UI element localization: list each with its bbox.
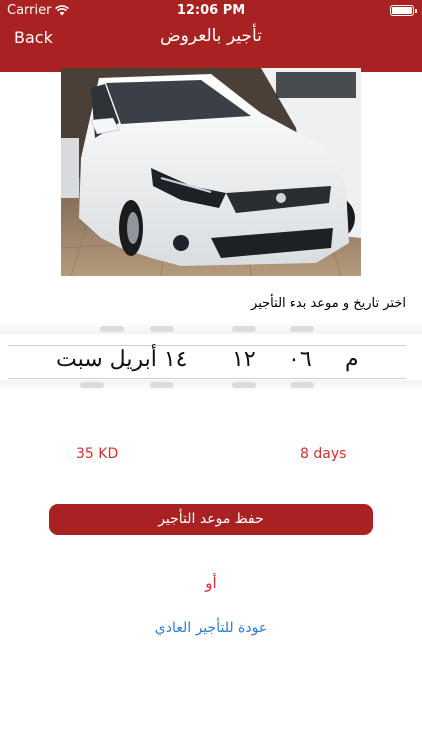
back-to-normal-rental-link[interactable]: عودة للتأجير العادي <box>0 620 422 636</box>
date-prompt: اختر تاريخ و موعد بدء التأجير <box>251 296 406 311</box>
picker-minute[interactable]: ٠٦ <box>288 347 312 372</box>
date-time-picker[interactable]: ١٤ أبريل سبت ١٢ ٠٦ م <box>0 322 422 402</box>
battery-icon <box>390 5 417 16</box>
picker-ampm[interactable]: م <box>345 347 359 372</box>
picker-prev-row <box>0 322 422 334</box>
save-rental-time-button[interactable]: حفظ موعد التأجير <box>49 504 373 535</box>
status-bar: Carrier 12:06 PM <box>0 0 422 22</box>
picker-next-row <box>0 380 422 392</box>
battery-fill <box>392 7 412 14</box>
car-photo <box>61 68 361 276</box>
price-amount: 35 KD <box>76 446 119 462</box>
nav-bar: Back تأجير بالعروض <box>0 22 422 72</box>
page-title: تأجير بالعروض <box>160 26 262 46</box>
car-image <box>61 68 361 276</box>
picker-date[interactable]: ١٤ أبريل سبت <box>56 347 187 372</box>
or-label: أو <box>205 574 217 592</box>
rental-duration: 8 days <box>300 446 347 462</box>
picker-hour[interactable]: ١٢ <box>232 347 256 372</box>
status-time: 12:06 PM <box>176 3 246 18</box>
